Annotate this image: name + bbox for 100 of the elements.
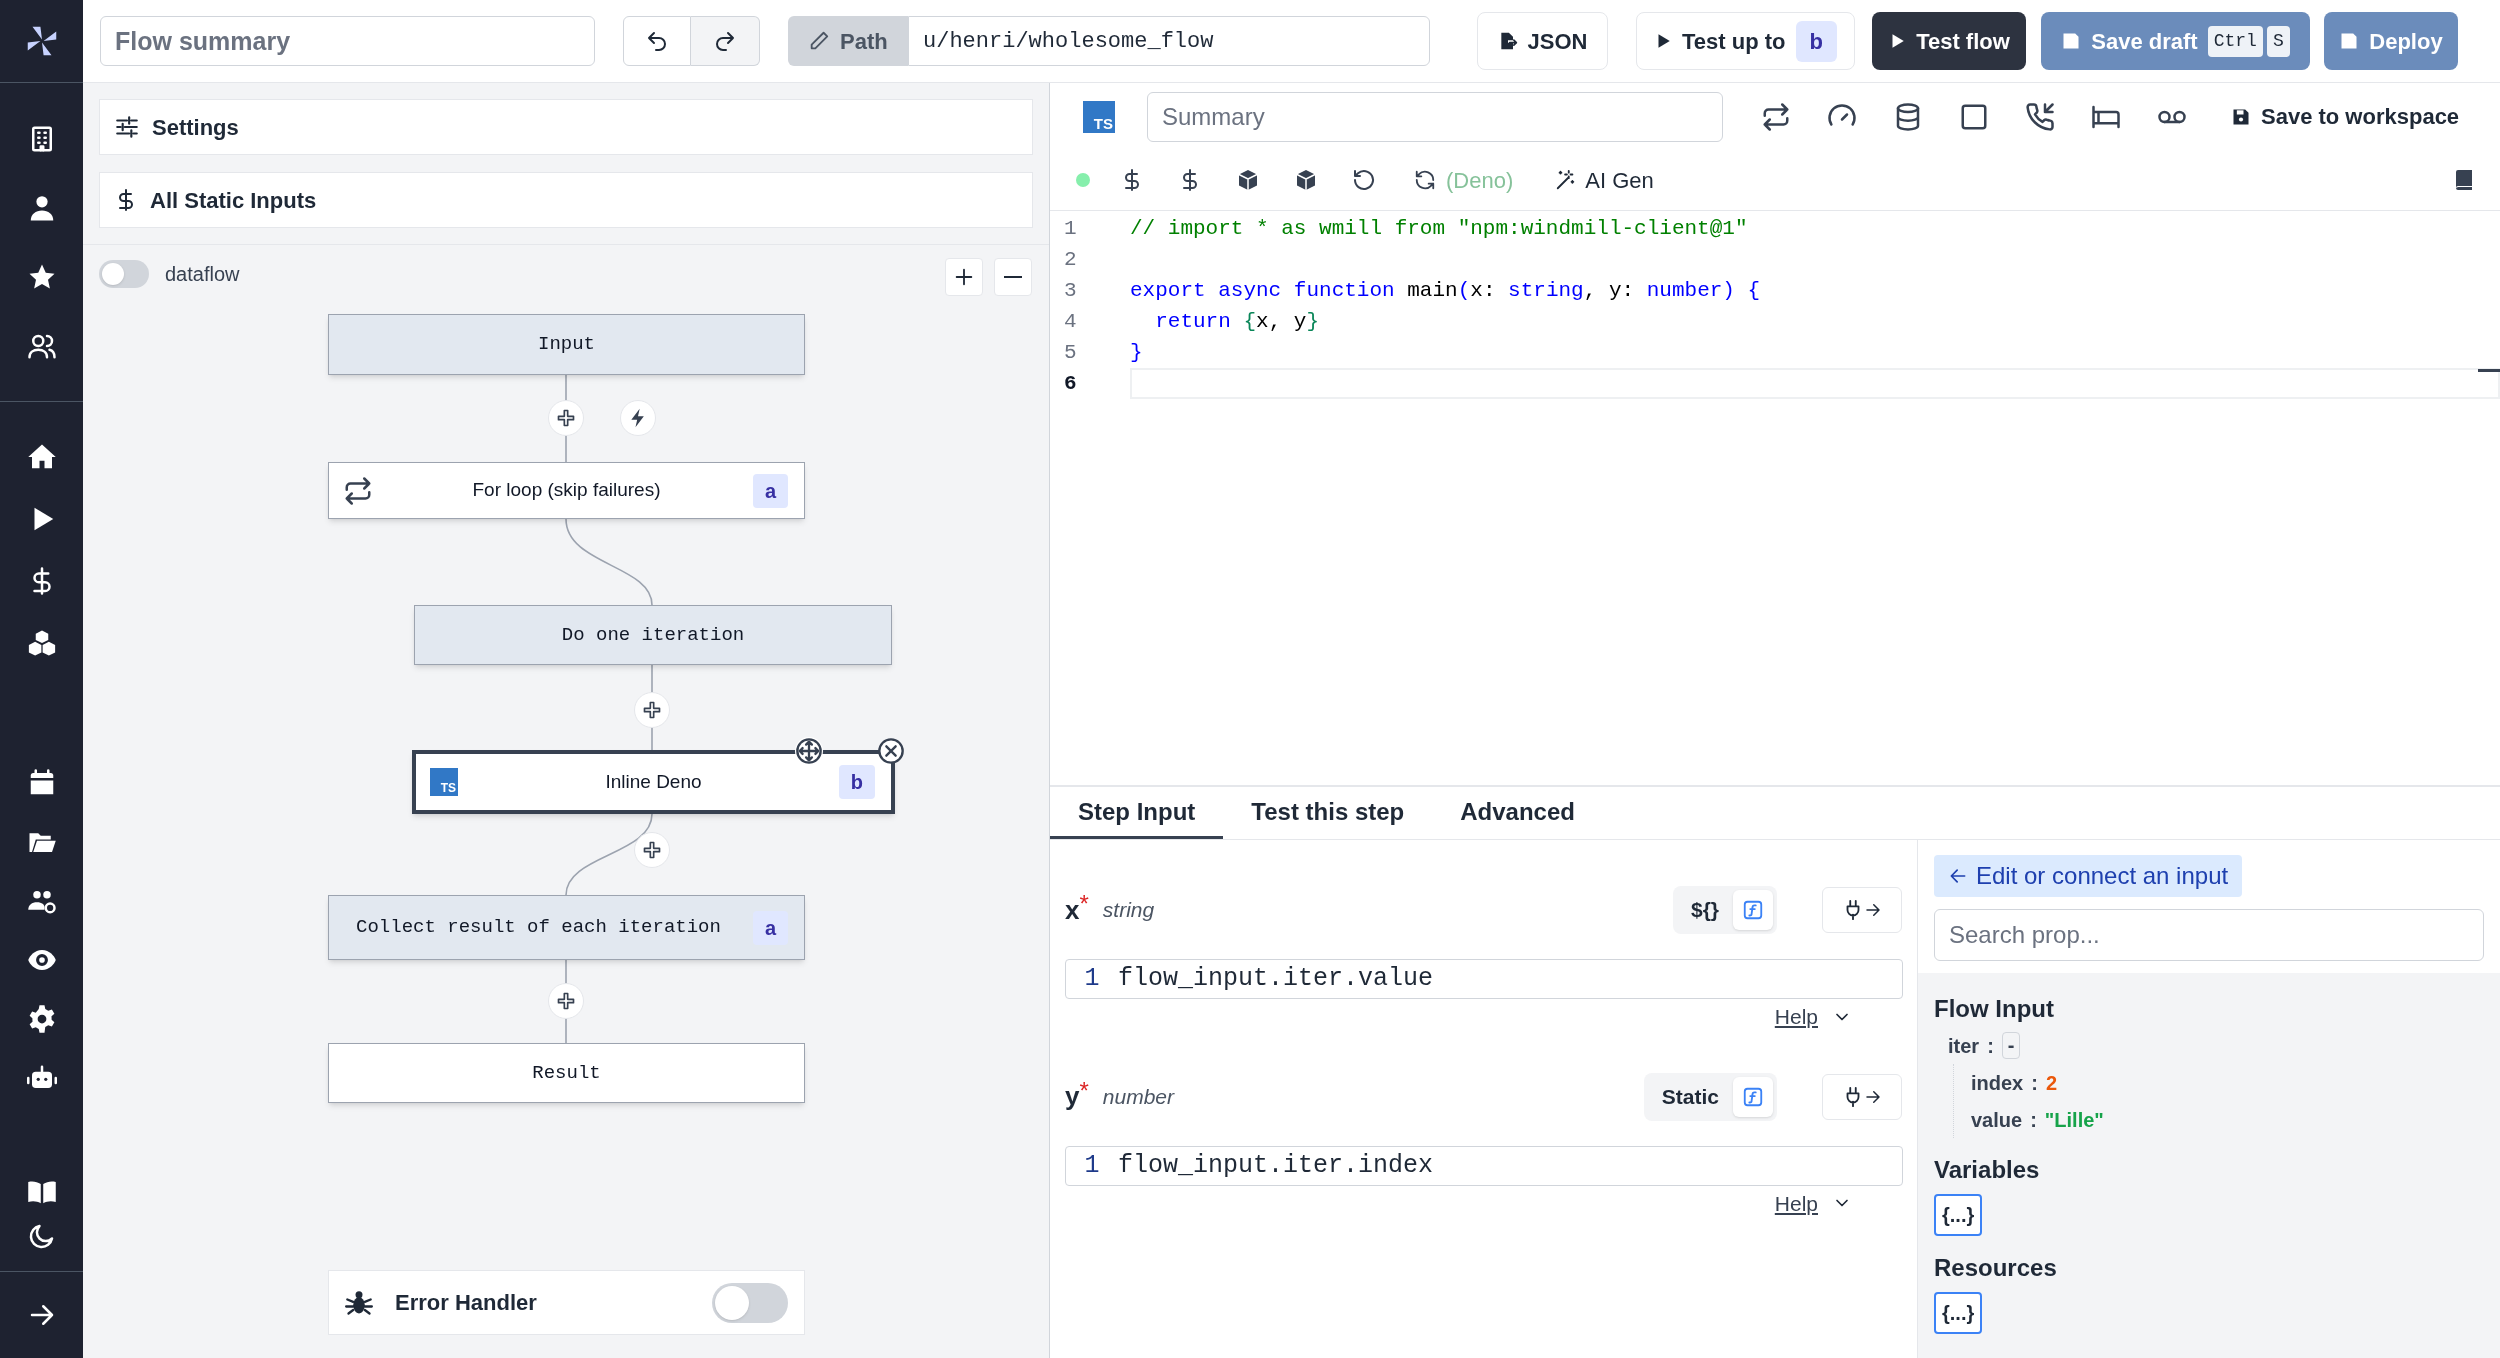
flow-node[interactable]: Input <box>328 314 805 375</box>
save-icon <box>2061 31 2082 51</box>
typescript-icon: TS <box>430 768 458 796</box>
trigger-button[interactable] <box>620 400 656 436</box>
input-type: number <box>1102 1083 1174 1110</box>
summary-field[interactable]: Summary <box>1147 91 1723 142</box>
undo-icon <box>645 29 669 53</box>
section-title: Variables <box>1934 1155 2041 1185</box>
plus-icon <box>642 840 662 860</box>
cube-icon[interactable] <box>1236 168 1260 192</box>
edit-connect-button[interactable]: Edit or connect an input <box>1934 855 2243 897</box>
reset-icon[interactable] <box>1352 168 1376 192</box>
tab[interactable]: Advanced <box>1432 787 1603 839</box>
connect-button[interactable] <box>1822 887 1902 933</box>
code-line: } <box>1130 339 1143 366</box>
step-badge: b <box>838 765 875 799</box>
flow-node[interactable]: Collect result of each iteration a <box>328 895 805 960</box>
save-to-workspace-button[interactable]: Save to workspace <box>2231 100 2460 133</box>
object-button[interactable]: {...} <box>1934 1194 1983 1236</box>
plus-icon <box>642 700 662 720</box>
sliders-icon <box>114 114 140 140</box>
redo-button[interactable] <box>691 16 760 66</box>
arrow-left-icon <box>1948 866 1968 886</box>
save-draft-button[interactable]: Save draft Ctrl S <box>2041 12 2310 70</box>
cube-icon[interactable] <box>1294 168 1318 192</box>
separator: : <box>2031 1070 2038 1096</box>
search-field[interactable]: Search prop... <box>1934 909 2484 961</box>
settings-bar[interactable]: Settings <box>99 99 1033 155</box>
zoom-in-button[interactable] <box>945 258 983 296</box>
plus-icon <box>953 266 975 288</box>
static-inputs-bar[interactable]: All Static Inputs <box>99 172 1033 228</box>
minus-icon <box>1004 276 1022 278</box>
flow-node[interactable]: Do one iteration <box>414 605 892 665</box>
property-key: index <box>1971 1067 2024 1098</box>
add-step-button[interactable] <box>548 400 584 436</box>
error-handler-toggle[interactable] <box>712 1282 788 1323</box>
plus-icon <box>556 408 576 428</box>
add-step-button[interactable] <box>548 983 584 1019</box>
boxes-icon[interactable] <box>26 628 57 658</box>
ai-gen-button[interactable]: AI Gen <box>1555 163 1654 197</box>
separator: : <box>2030 1107 2037 1133</box>
phone-icon[interactable] <box>2025 101 2055 132</box>
flow-node[interactable]: TS Inline Deno b <box>412 750 895 814</box>
bug-icon <box>345 1288 373 1317</box>
add-step-button[interactable] <box>634 832 670 868</box>
property-value: "Lille" <box>2044 1107 2104 1133</box>
test-flow-button[interactable]: Test flow <box>1872 12 2026 70</box>
add-step-button[interactable] <box>634 692 670 728</box>
function-icon <box>1742 899 1764 921</box>
function-mode-button[interactable] <box>1733 890 1773 930</box>
settings-label: Settings <box>152 113 239 142</box>
undo-button[interactable] <box>623 16 691 66</box>
node-label: Do one iteration <box>561 622 745 648</box>
code-line: export async function main(x: string, y: number) { <box>1130 277 1761 304</box>
save-icon <box>2339 31 2360 51</box>
flow-node[interactable]: For loop (skip failures) a <box>328 462 805 519</box>
step-badge: a <box>752 910 788 945</box>
zoom-out-button[interactable] <box>994 258 1032 296</box>
shortcut-key: Ctrl <box>2207 25 2263 57</box>
node-label: Input <box>538 332 595 358</box>
code-field[interactable]: 1 flow_input.iter.value <box>1065 959 1903 999</box>
input-type: string <box>1102 897 1155 924</box>
required-mark: * <box>1079 1075 1089 1104</box>
collapse-button[interactable]: - <box>2001 1032 2021 1059</box>
code-line: // import * as wmill from "npm:windmill-client@1" <box>1130 215 1748 242</box>
error-handler-bar[interactable]: Error Handler <box>328 1270 805 1335</box>
separator: : <box>1987 1033 1994 1059</box>
flow-summary-field[interactable]: Flow summary <box>100 16 595 66</box>
arrow-right-icon <box>1864 901 1882 919</box>
json-button[interactable]: JSON <box>1477 12 1608 70</box>
property-key: iter <box>1948 1030 1980 1061</box>
static-inputs-label: All Static Inputs <box>150 186 317 215</box>
section-title: Resources <box>1934 1253 2058 1283</box>
test-up-to-button[interactable]: Test up to b <box>1636 12 1855 70</box>
repeat-icon <box>343 475 373 506</box>
move-handle[interactable] <box>795 737 823 765</box>
close-icon <box>877 737 905 765</box>
help-link[interactable]: Help <box>1774 1001 1818 1033</box>
connect-button[interactable] <box>1822 1073 1902 1120</box>
path-field[interactable]: u/henri/wholesome_flow <box>908 16 1430 66</box>
node-label: Result <box>532 1060 601 1086</box>
flow-node[interactable]: Result <box>328 1043 805 1103</box>
remove-button[interactable] <box>877 737 905 765</box>
typescript-icon: TS <box>1083 100 1115 133</box>
code-field[interactable]: 1 flow_input.iter.index <box>1065 1145 1903 1186</box>
node-label: For loop (skip failures) <box>472 478 661 503</box>
dataflow-toggle[interactable] <box>99 260 149 288</box>
function-mode-button[interactable] <box>1733 1076 1773 1117</box>
tab[interactable]: Test this step <box>1223 787 1433 839</box>
pencil-icon <box>808 30 830 52</box>
step-badge: a <box>752 473 788 508</box>
error-handler-label: Error Handler <box>395 1289 537 1317</box>
property-value: 2 <box>2045 1070 2058 1096</box>
line-number: 5 <box>1063 339 1078 366</box>
repeat-icon[interactable] <box>1761 101 1791 132</box>
node-label: Inline Deno <box>605 769 702 794</box>
object-button[interactable]: {...} <box>1934 1292 1983 1334</box>
code-line: return {x, y} <box>1154 308 1320 335</box>
help-link[interactable]: Help <box>1774 1187 1818 1219</box>
tab[interactable]: Step Input <box>1050 787 1224 839</box>
